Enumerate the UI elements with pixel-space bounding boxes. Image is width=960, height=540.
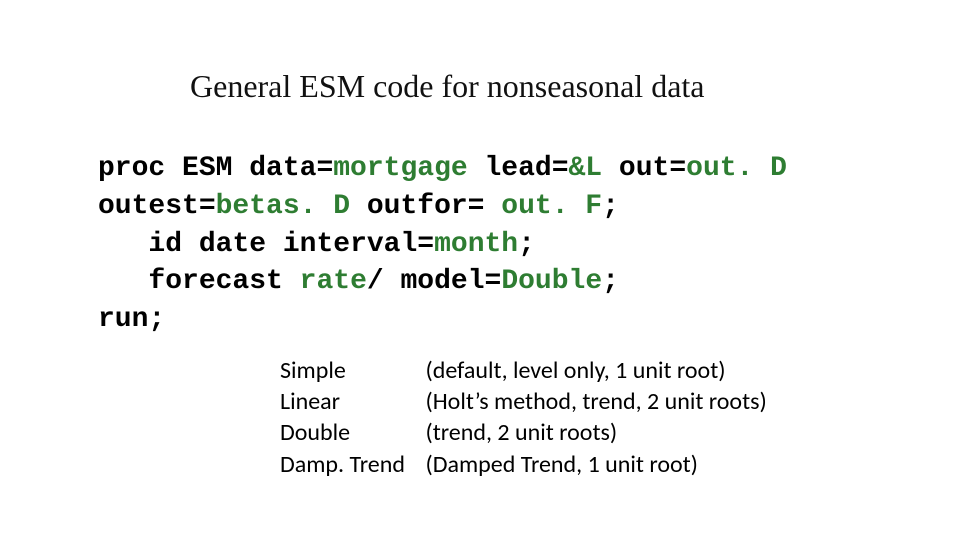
code-token: outfor= bbox=[367, 191, 501, 222]
model-row: Linear (Holt’s method, trend, 2 unit roo… bbox=[280, 386, 767, 417]
code-token: outest= bbox=[98, 191, 216, 222]
code-token: model= bbox=[400, 266, 501, 297]
model-name: Damp. Trend bbox=[280, 449, 420, 480]
code-token: ; bbox=[602, 266, 619, 297]
code-token: interval= bbox=[283, 229, 434, 260]
model-name: Simple bbox=[280, 355, 420, 386]
model-list: Simple (default, level only, 1 unit root… bbox=[280, 355, 767, 480]
code-token: Double bbox=[501, 266, 602, 297]
model-desc: (trend, 2 unit roots) bbox=[425, 418, 617, 447]
code-token: lead= bbox=[484, 153, 568, 184]
code-token: ; bbox=[518, 229, 535, 260]
code-token: out. D bbox=[686, 153, 787, 184]
code-token: run bbox=[98, 304, 148, 335]
model-row: Damp. Trend (Damped Trend, 1 unit root) bbox=[280, 449, 767, 480]
model-name: Double bbox=[280, 417, 420, 448]
code-token: ESM bbox=[182, 153, 249, 184]
slide: General ESM code for nonseasonal data pr… bbox=[0, 0, 960, 540]
code-token: betas. D bbox=[216, 191, 367, 222]
code-block: proc ESM data=mortgage lead=&L out=out. … bbox=[98, 150, 900, 339]
model-desc: (Holt’s method, trend, 2 unit roots) bbox=[425, 387, 766, 416]
code-token: rate bbox=[300, 266, 367, 297]
code-token: out. F bbox=[501, 191, 602, 222]
code-token bbox=[98, 229, 148, 260]
code-token: &L bbox=[569, 153, 619, 184]
code-token: proc bbox=[98, 153, 182, 184]
code-token bbox=[98, 266, 148, 297]
code-token: data= bbox=[249, 153, 333, 184]
code-token: out= bbox=[619, 153, 686, 184]
code-token: ; bbox=[148, 304, 165, 335]
code-token: ; bbox=[602, 191, 619, 222]
code-token: mortgage bbox=[333, 153, 484, 184]
code-token: month bbox=[434, 229, 518, 260]
code-token: forecast bbox=[148, 266, 299, 297]
model-row: Double (trend, 2 unit roots) bbox=[280, 417, 767, 448]
model-desc: (Damped Trend, 1 unit root) bbox=[425, 450, 698, 479]
code-token: date bbox=[199, 229, 283, 260]
model-row: Simple (default, level only, 1 unit root… bbox=[280, 355, 767, 386]
model-name: Linear bbox=[280, 386, 420, 417]
model-desc: (default, level only, 1 unit root) bbox=[425, 356, 725, 385]
code-token: / bbox=[367, 266, 401, 297]
code-token: id bbox=[148, 229, 198, 260]
slide-title: General ESM code for nonseasonal data bbox=[190, 68, 704, 105]
